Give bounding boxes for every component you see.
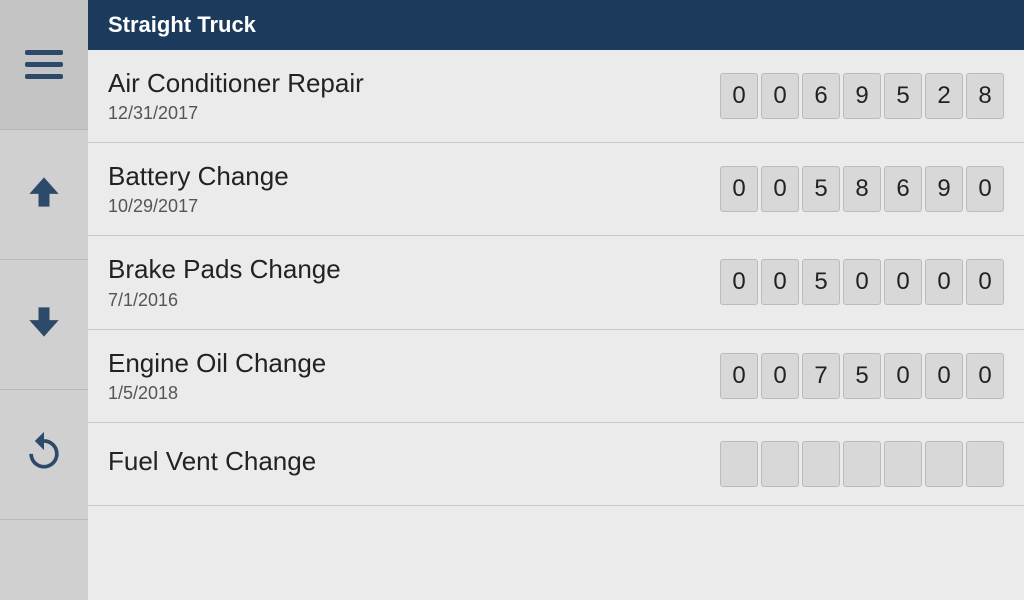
sidebar-menu-button[interactable] [0,0,88,130]
digit-3: 9 [843,73,881,119]
item-date: 1/5/2018 [108,383,720,404]
digit-5 [925,441,963,487]
item-info: Engine Oil Change 1/5/2018 [108,348,720,404]
maintenance-list: Air Conditioner Repair 12/31/2017 0 0 6 … [88,50,1024,600]
digit-2: 7 [802,353,840,399]
digit-6: 0 [966,259,1004,305]
item-title: Engine Oil Change [108,348,720,379]
item-info: Air Conditioner Repair 12/31/2017 [108,68,720,124]
digit-3: 5 [843,353,881,399]
digit-5: 0 [925,259,963,305]
item-info: Battery Change 10/29/2017 [108,161,720,217]
item-title: Fuel Vent Change [108,446,720,477]
sidebar-back-button[interactable] [0,390,88,520]
digit-1: 0 [761,73,799,119]
digit-0 [720,441,758,487]
digit-2: 5 [802,259,840,305]
digit-5: 0 [925,353,963,399]
digit-4: 0 [884,353,922,399]
item-title: Air Conditioner Repair [108,68,720,99]
sidebar-down-button[interactable] [0,260,88,390]
main-content: Straight Truck Air Conditioner Repair 12… [88,0,1024,600]
item-title: Brake Pads Change [108,254,720,285]
list-item[interactable]: Air Conditioner Repair 12/31/2017 0 0 6 … [88,50,1024,143]
item-info: Fuel Vent Change [108,446,720,481]
digit-4: 5 [884,73,922,119]
item-date: 10/29/2017 [108,196,720,217]
digit-5: 9 [925,166,963,212]
item-info: Brake Pads Change 7/1/2016 [108,254,720,310]
digit-3: 0 [843,259,881,305]
digit-4: 6 [884,166,922,212]
sidebar-up-button[interactable] [0,130,88,260]
arrow-down-icon [22,300,66,349]
replay-icon [22,430,66,479]
digit-3: 8 [843,166,881,212]
digit-0: 0 [720,166,758,212]
list-item[interactable]: Engine Oil Change 1/5/2018 0 0 7 5 0 0 0 [88,330,1024,423]
digit-6: 0 [966,166,1004,212]
digit-4: 0 [884,259,922,305]
odometer-display: 0 0 5 0 0 0 0 [720,259,1004,305]
item-title: Battery Change [108,161,720,192]
digit-6: 8 [966,73,1004,119]
page-title: Straight Truck [108,12,256,38]
list-item[interactable]: Brake Pads Change 7/1/2016 0 0 5 0 0 0 0 [88,236,1024,329]
digit-0: 0 [720,73,758,119]
sidebar [0,0,88,600]
digit-6: 0 [966,353,1004,399]
digit-4 [884,441,922,487]
list-item[interactable]: Fuel Vent Change [88,423,1024,506]
digit-0: 0 [720,353,758,399]
list-item[interactable]: Battery Change 10/29/2017 0 0 5 8 6 9 0 [88,143,1024,236]
hamburger-icon [25,50,63,79]
digit-3 [843,441,881,487]
item-date: 7/1/2016 [108,290,720,311]
digit-1: 0 [761,353,799,399]
odometer-display [720,441,1004,487]
odometer-display: 0 0 5 8 6 9 0 [720,166,1004,212]
odometer-display: 0 0 7 5 0 0 0 [720,353,1004,399]
digit-2 [802,441,840,487]
digit-1: 0 [761,166,799,212]
header: Straight Truck [88,0,1024,50]
digit-2: 6 [802,73,840,119]
item-date: 12/31/2017 [108,103,720,124]
arrow-up-icon [22,170,66,219]
digit-2: 5 [802,166,840,212]
digit-0: 0 [720,259,758,305]
digit-1 [761,441,799,487]
odometer-display: 0 0 6 9 5 2 8 [720,73,1004,119]
digit-5: 2 [925,73,963,119]
digit-1: 0 [761,259,799,305]
digit-6 [966,441,1004,487]
